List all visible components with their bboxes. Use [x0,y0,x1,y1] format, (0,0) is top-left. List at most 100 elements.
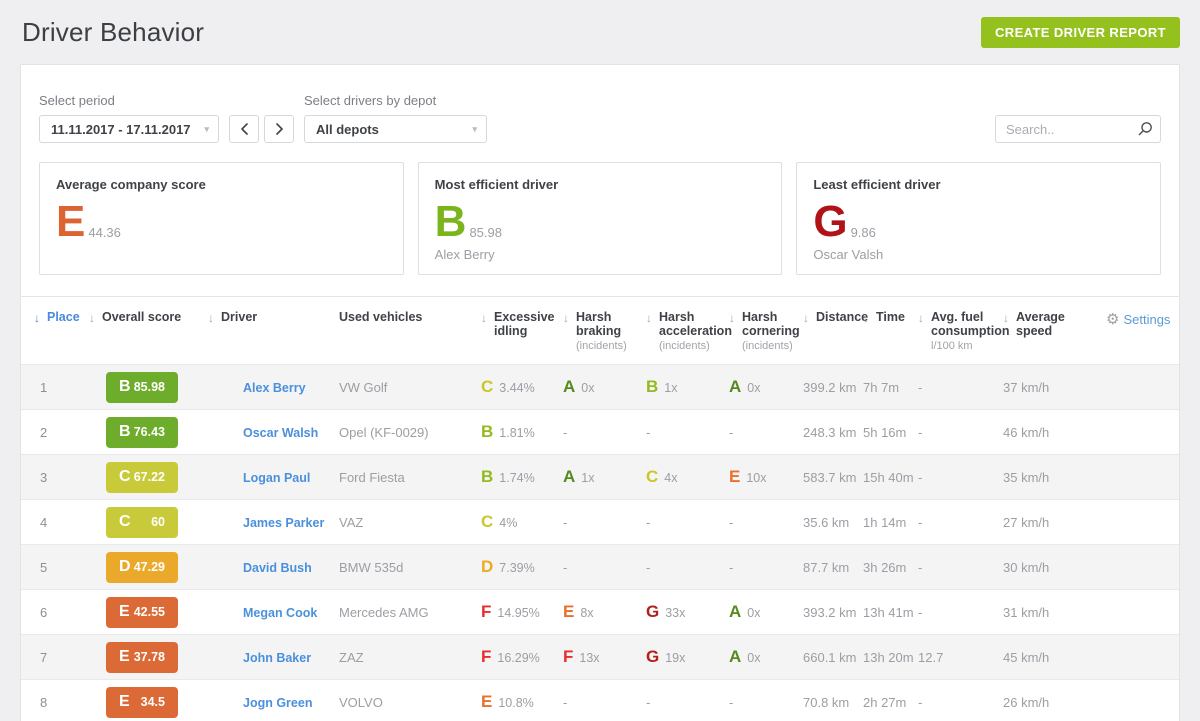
place-cell: 6 [21,590,79,635]
average-speed-cell: 26 km/h [1001,680,1106,721]
grade-value: 10.8% [498,696,533,710]
place-cell: 2 [21,410,79,455]
distance-cell: 70.8 km [801,680,861,721]
column-sublabel: (incidents) [659,340,732,352]
fuel-consumption-cell: - [916,365,1001,410]
sort-arrow-icon: ↓ [803,311,816,325]
place-cell: 8 [21,680,79,721]
driver-row: 7E37.78John BakerZAZF16.29%F13xG19xA0x66… [21,635,1179,680]
grade-letter: E [481,692,492,711]
depot-select[interactable]: All depots ▾ [304,115,487,143]
grade-letter: B [646,377,658,396]
average-speed-cell: 37 km/h [1001,365,1106,410]
harsh-acceleration-cell: G19x [643,635,726,680]
column-header-driver[interactable]: ↓Driver [201,297,331,365]
grade-letter: A [563,467,575,486]
grade-letter: G [813,201,847,243]
grade-letter: E [563,602,574,621]
chevron-left-icon [240,123,249,135]
score-value: 9.86 [851,225,876,240]
driver-cell: Alex Berry [201,365,331,410]
harsh-braking-cell: A0x [561,365,643,410]
table-header-row: ↓Place↓Overall score↓DriverUsed vehicles… [21,297,1179,365]
next-period-button[interactable] [264,115,294,143]
filter-bar: Select period 11.11.2017 - 17.11.2017 ▾ … [21,65,1179,143]
create-driver-report-button[interactable]: CREATE DRIVER REPORT [981,17,1180,48]
chevron-right-icon [275,123,284,135]
settings-cell [1106,365,1179,410]
overall-score-cell: B85.98 [79,365,201,410]
column-label: Overall score [102,310,181,325]
grade-value: 3.44% [499,381,534,395]
driver-link[interactable]: James Parker [243,516,324,530]
score-value: 85.98 [469,225,502,240]
driver-link[interactable]: Logan Paul [243,471,310,485]
grade-letter: G [646,602,659,621]
column-label: Time [876,310,905,325]
grade-value: 0x [581,381,594,395]
grade-letter: C [481,377,493,396]
harsh-cornering-cell: A0x [726,590,801,635]
sort-arrow-icon: ↓ [1003,311,1016,338]
settings-cell [1106,455,1179,500]
driver-cell: Jogn Green [201,680,331,721]
time-cell: 13h 41m [861,590,916,635]
overall-score-cell: D47.29 [79,545,201,590]
place-cell: 4 [21,500,79,545]
column-header-harsh_braking[interactable]: ↓Harsh braking(incidents) [561,297,643,365]
settings-gear-icon: ⚙ [1106,310,1119,328]
settings-cell [1106,545,1179,590]
harsh-braking-cell: - [561,680,643,721]
used-vehicles-cell: VAZ [331,500,476,545]
score-value: 44.36 [88,225,121,240]
column-header-harsh_acceleration[interactable]: ↓Harsh acceleration(incidents) [643,297,726,365]
used-vehicles-cell: ZAZ [331,635,476,680]
period-select[interactable]: 11.11.2017 - 17.11.2017 ▾ [39,115,219,143]
column-header-distance[interactable]: ↓Distance [801,297,861,365]
column-header-settings[interactable]: ⚙ Settings [1106,297,1179,365]
excessive-idling-cell: C 3.44% [476,365,561,410]
driver-row: 1B85.98Alex BerryVW GolfC3.44%A0xB1xA0x3… [21,365,1179,410]
period-label: Select period [39,93,299,108]
sort-arrow-icon: ↓ [34,311,47,325]
time-cell: 3h 26m [861,545,916,590]
driver-link[interactable]: Oscar Walsh [243,426,318,440]
time-cell: 15h 40m [861,455,916,500]
column-label: Harsh braking(incidents) [576,310,643,352]
previous-period-button[interactable] [229,115,259,143]
grade-value: 1x [664,381,677,395]
excessive-idling-cell: F16.29% [476,635,561,680]
column-header-harsh_cornering[interactable]: ↓Harsh cornering(incidents) [726,297,801,365]
column-header-excessive_idling[interactable]: ↓Excessive idling [476,297,561,365]
excessive-idling-cell: B1.74% [476,455,561,500]
grade-letter: F [481,647,491,666]
sort-arrow-icon: ↓ [646,311,659,352]
depot-label: Select drivers by depot [304,93,487,108]
grade-value: 13x [579,651,599,665]
column-label: Harsh cornering(incidents) [742,310,801,352]
driver-link[interactable]: Jogn Green [243,696,312,710]
column-label: Excessive idling [494,310,561,338]
harsh-cornering-cell: A0x [726,365,801,410]
column-header-place[interactable]: ↓Place [21,297,79,365]
column-header-used_vehicles: Used vehicles [331,297,476,365]
driver-row: 6E42.55Megan CookMercedes AMGF14.95%E8xG… [21,590,1179,635]
driver-link[interactable]: John Baker [243,651,311,665]
column-sublabel: (incidents) [742,340,801,352]
used-vehicles-cell: BMW 535d [331,545,476,590]
column-header-time[interactable]: ↓Time [861,297,916,365]
fuel-consumption-cell: - [916,680,1001,721]
column-header-avg_fuel_consumption[interactable]: ↓Avg. fuel consumptionl/100 km [916,297,1001,365]
driver-link[interactable]: David Bush [243,561,312,575]
sort-arrow-icon: ↓ [563,311,576,352]
driver-cell: David Bush [201,545,331,590]
score-badge: C67.22 [106,462,178,493]
distance-cell: 35.6 km [801,500,861,545]
driver-link[interactable]: Alex Berry [243,381,306,395]
settings-cell [1106,635,1179,680]
column-header-average_speed[interactable]: ↓Average speed [1001,297,1106,365]
column-header-overall_score[interactable]: ↓Overall score [79,297,201,365]
top-bar: Driver Behavior CREATE DRIVER REPORT [0,0,1200,64]
driver-cell: Megan Cook [201,590,331,635]
driver-link[interactable]: Megan Cook [243,606,317,620]
